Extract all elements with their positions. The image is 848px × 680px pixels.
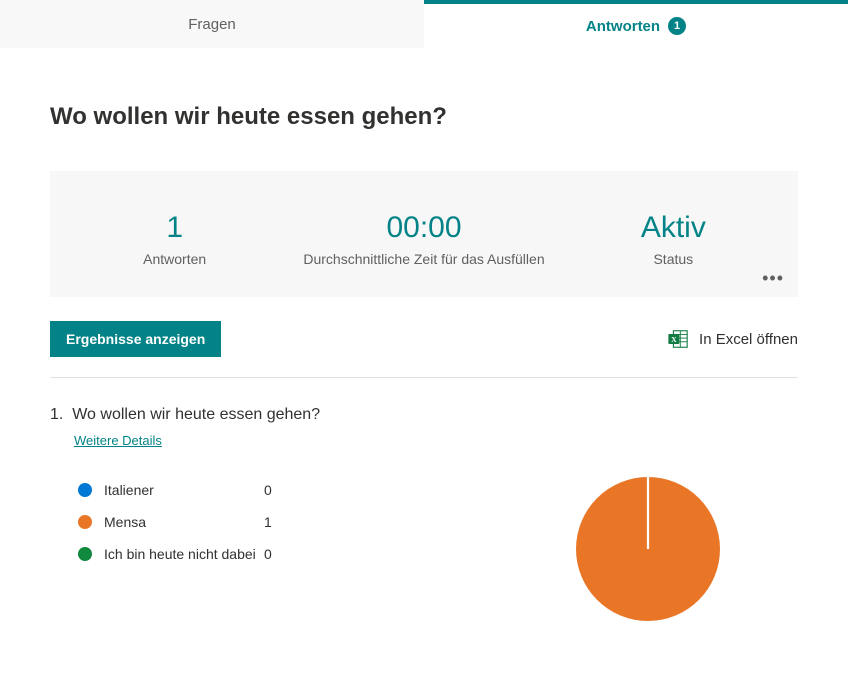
legend-count: 1 xyxy=(264,514,304,530)
stat-responses: 1 Antworten xyxy=(50,211,299,267)
question-number: 1. xyxy=(50,406,63,423)
tabs: Fragen Antworten 1 xyxy=(0,0,848,48)
tab-responses[interactable]: Antworten 1 xyxy=(424,0,848,48)
open-excel-label: In Excel öffnen xyxy=(699,331,798,348)
more-options-button[interactable]: ••• xyxy=(762,268,784,289)
legend-item: Mensa 1 xyxy=(78,506,498,538)
open-excel-button[interactable]: X In Excel öffnen xyxy=(667,328,798,350)
svg-text:X: X xyxy=(671,335,677,344)
legend: Italiener 0 Mensa 1 Ich bin heute nicht … xyxy=(50,474,498,624)
stats-panel: 1 Antworten 00:00 Durchschnittliche Zeit… xyxy=(50,171,798,297)
excel-icon: X xyxy=(667,328,689,350)
pie-chart xyxy=(498,474,798,624)
legend-count: 0 xyxy=(264,546,304,562)
stat-avg-time-label: Durchschnittliche Zeit für das Ausfüllen xyxy=(299,251,548,267)
legend-item: Italiener 0 xyxy=(78,474,498,506)
legend-dot-icon xyxy=(78,483,92,497)
responses-badge: 1 xyxy=(668,17,686,35)
form-title: Wo wollen wir heute essen gehen? xyxy=(50,103,798,131)
tab-responses-label: Antworten xyxy=(586,18,660,35)
stat-avg-time: 00:00 Durchschnittliche Zeit für das Aus… xyxy=(299,211,548,267)
stat-status-value: Aktiv xyxy=(549,211,798,245)
tab-questions[interactable]: Fragen xyxy=(0,0,424,48)
legend-item: Ich bin heute nicht dabei 0 xyxy=(78,538,498,570)
question-text: Wo wollen wir heute essen gehen? xyxy=(72,406,320,423)
actions-row: Ergebnisse anzeigen X In Excel öffnen xyxy=(50,321,798,378)
legend-label: Ich bin heute nicht dabei xyxy=(104,546,264,562)
more-details-link[interactable]: Weitere Details xyxy=(74,433,162,448)
stat-status: Aktiv Status xyxy=(549,211,798,267)
question-title: 1. Wo wollen wir heute essen gehen? xyxy=(50,406,798,424)
legend-dot-icon xyxy=(78,547,92,561)
question-1: 1. Wo wollen wir heute essen gehen? Weit… xyxy=(50,378,798,644)
stat-avg-time-value: 00:00 xyxy=(299,211,548,245)
legend-label: Mensa xyxy=(104,514,264,530)
stat-responses-value: 1 xyxy=(50,211,299,245)
stat-responses-label: Antworten xyxy=(50,251,299,267)
legend-label: Italiener xyxy=(104,482,264,498)
legend-count: 0 xyxy=(264,482,304,498)
view-results-button[interactable]: Ergebnisse anzeigen xyxy=(50,321,221,357)
legend-dot-icon xyxy=(78,515,92,529)
stat-status-label: Status xyxy=(549,251,798,267)
